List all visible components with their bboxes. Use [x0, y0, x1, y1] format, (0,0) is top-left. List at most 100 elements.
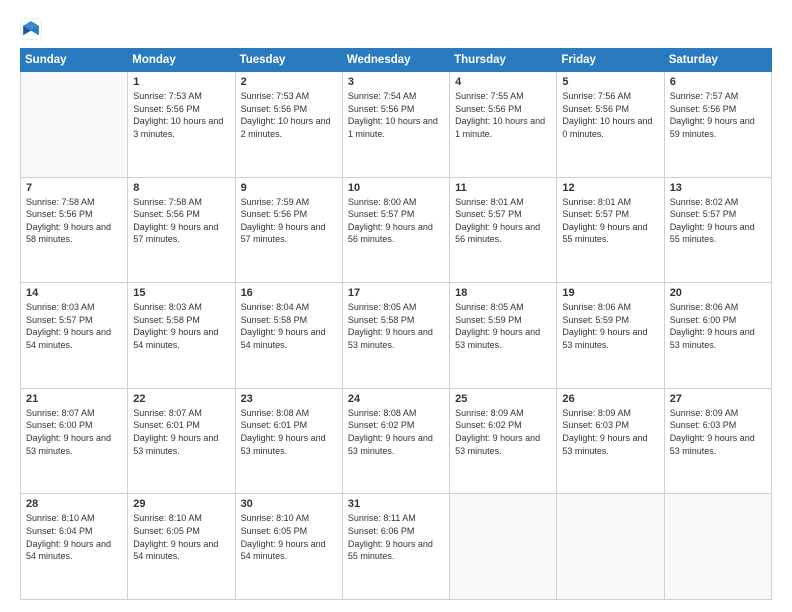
daylight-label: Daylight: 9 hours and 53 minutes.	[455, 327, 540, 350]
sunset-label: Sunset: 6:03 PM	[670, 420, 737, 430]
sunset-label: Sunset: 6:05 PM	[241, 526, 308, 536]
sunset-label: Sunset: 5:56 PM	[133, 104, 200, 114]
sunrise-label: Sunrise: 8:08 AM	[348, 408, 417, 418]
sunset-label: Sunset: 5:59 PM	[455, 315, 522, 325]
calendar-week-row: 21 Sunrise: 8:07 AM Sunset: 6:00 PM Dayl…	[21, 388, 772, 494]
day-info: Sunrise: 8:03 AM Sunset: 5:57 PM Dayligh…	[26, 301, 122, 351]
daylight-label: Daylight: 10 hours and 0 minutes.	[562, 116, 652, 139]
sunrise-label: Sunrise: 7:58 AM	[133, 197, 202, 207]
day-info: Sunrise: 7:57 AM Sunset: 5:56 PM Dayligh…	[670, 90, 766, 140]
day-info: Sunrise: 7:55 AM Sunset: 5:56 PM Dayligh…	[455, 90, 551, 140]
sunrise-label: Sunrise: 7:59 AM	[241, 197, 310, 207]
day-number: 25	[455, 393, 551, 405]
calendar-cell: 17 Sunrise: 8:05 AM Sunset: 5:58 PM Dayl…	[342, 283, 449, 389]
calendar-header-tuesday: Tuesday	[235, 49, 342, 72]
sunrise-label: Sunrise: 7:53 AM	[133, 91, 202, 101]
sunrise-label: Sunrise: 8:10 AM	[26, 513, 95, 523]
day-number: 18	[455, 287, 551, 299]
day-info: Sunrise: 7:53 AM Sunset: 5:56 PM Dayligh…	[133, 90, 229, 140]
calendar-header-thursday: Thursday	[450, 49, 557, 72]
sunset-label: Sunset: 5:57 PM	[562, 209, 629, 219]
sunset-label: Sunset: 5:56 PM	[241, 104, 308, 114]
calendar-cell: 19 Sunrise: 8:06 AM Sunset: 5:59 PM Dayl…	[557, 283, 664, 389]
day-number: 9	[241, 182, 337, 194]
day-info: Sunrise: 8:04 AM Sunset: 5:58 PM Dayligh…	[241, 301, 337, 351]
calendar-cell: 20 Sunrise: 8:06 AM Sunset: 6:00 PM Dayl…	[664, 283, 771, 389]
day-info: Sunrise: 8:10 AM Sunset: 6:05 PM Dayligh…	[241, 512, 337, 562]
sunrise-label: Sunrise: 8:03 AM	[26, 302, 95, 312]
calendar-cell: 12 Sunrise: 8:01 AM Sunset: 5:57 PM Dayl…	[557, 177, 664, 283]
day-number: 1	[133, 76, 229, 88]
daylight-label: Daylight: 9 hours and 53 minutes.	[562, 327, 647, 350]
logo-icon	[20, 18, 42, 40]
calendar-cell: 23 Sunrise: 8:08 AM Sunset: 6:01 PM Dayl…	[235, 388, 342, 494]
daylight-label: Daylight: 9 hours and 53 minutes.	[348, 433, 433, 456]
sunrise-label: Sunrise: 8:09 AM	[670, 408, 739, 418]
calendar-cell: 18 Sunrise: 8:05 AM Sunset: 5:59 PM Dayl…	[450, 283, 557, 389]
daylight-label: Daylight: 10 hours and 3 minutes.	[133, 116, 223, 139]
day-number: 6	[670, 76, 766, 88]
day-number: 21	[26, 393, 122, 405]
calendar-cell	[450, 494, 557, 600]
sunset-label: Sunset: 6:06 PM	[348, 526, 415, 536]
day-number: 15	[133, 287, 229, 299]
calendar-cell: 27 Sunrise: 8:09 AM Sunset: 6:03 PM Dayl…	[664, 388, 771, 494]
daylight-label: Daylight: 9 hours and 56 minutes.	[455, 222, 540, 245]
sunset-label: Sunset: 5:57 PM	[670, 209, 737, 219]
day-number: 24	[348, 393, 444, 405]
calendar-header-row: SundayMondayTuesdayWednesdayThursdayFrid…	[21, 49, 772, 72]
daylight-label: Daylight: 9 hours and 56 minutes.	[348, 222, 433, 245]
sunset-label: Sunset: 6:01 PM	[241, 420, 308, 430]
sunset-label: Sunset: 6:00 PM	[26, 420, 93, 430]
calendar-cell: 6 Sunrise: 7:57 AM Sunset: 5:56 PM Dayli…	[664, 72, 771, 178]
daylight-label: Daylight: 9 hours and 54 minutes.	[133, 327, 218, 350]
day-info: Sunrise: 8:05 AM Sunset: 5:58 PM Dayligh…	[348, 301, 444, 351]
sunrise-label: Sunrise: 8:03 AM	[133, 302, 202, 312]
daylight-label: Daylight: 9 hours and 53 minutes.	[562, 433, 647, 456]
calendar-cell: 2 Sunrise: 7:53 AM Sunset: 5:56 PM Dayli…	[235, 72, 342, 178]
daylight-label: Daylight: 9 hours and 55 minutes.	[348, 539, 433, 562]
sunrise-label: Sunrise: 8:02 AM	[670, 197, 739, 207]
daylight-label: Daylight: 9 hours and 53 minutes.	[670, 433, 755, 456]
day-info: Sunrise: 8:09 AM Sunset: 6:03 PM Dayligh…	[670, 407, 766, 457]
day-number: 10	[348, 182, 444, 194]
sunset-label: Sunset: 6:01 PM	[133, 420, 200, 430]
day-info: Sunrise: 8:01 AM Sunset: 5:57 PM Dayligh…	[455, 196, 551, 246]
calendar-cell: 24 Sunrise: 8:08 AM Sunset: 6:02 PM Dayl…	[342, 388, 449, 494]
calendar-header-friday: Friday	[557, 49, 664, 72]
day-number: 22	[133, 393, 229, 405]
calendar-cell: 4 Sunrise: 7:55 AM Sunset: 5:56 PM Dayli…	[450, 72, 557, 178]
calendar-cell: 9 Sunrise: 7:59 AM Sunset: 5:56 PM Dayli…	[235, 177, 342, 283]
sunset-label: Sunset: 5:56 PM	[26, 209, 93, 219]
calendar-week-row: 28 Sunrise: 8:10 AM Sunset: 6:04 PM Dayl…	[21, 494, 772, 600]
day-number: 27	[670, 393, 766, 405]
calendar-cell: 13 Sunrise: 8:02 AM Sunset: 5:57 PM Dayl…	[664, 177, 771, 283]
sunset-label: Sunset: 6:02 PM	[348, 420, 415, 430]
sunrise-label: Sunrise: 7:55 AM	[455, 91, 524, 101]
daylight-label: Daylight: 9 hours and 55 minutes.	[562, 222, 647, 245]
daylight-label: Daylight: 9 hours and 58 minutes.	[26, 222, 111, 245]
sunrise-label: Sunrise: 8:10 AM	[241, 513, 310, 523]
day-info: Sunrise: 8:05 AM Sunset: 5:59 PM Dayligh…	[455, 301, 551, 351]
day-number: 31	[348, 498, 444, 510]
sunset-label: Sunset: 6:00 PM	[670, 315, 737, 325]
day-number: 19	[562, 287, 658, 299]
calendar-cell: 30 Sunrise: 8:10 AM Sunset: 6:05 PM Dayl…	[235, 494, 342, 600]
sunrise-label: Sunrise: 8:09 AM	[562, 408, 631, 418]
day-number: 4	[455, 76, 551, 88]
sunrise-label: Sunrise: 8:06 AM	[562, 302, 631, 312]
sunset-label: Sunset: 5:56 PM	[348, 104, 415, 114]
sunset-label: Sunset: 5:57 PM	[26, 315, 93, 325]
sunset-label: Sunset: 5:56 PM	[562, 104, 629, 114]
day-info: Sunrise: 8:09 AM Sunset: 6:03 PM Dayligh…	[562, 407, 658, 457]
calendar-cell: 25 Sunrise: 8:09 AM Sunset: 6:02 PM Dayl…	[450, 388, 557, 494]
daylight-label: Daylight: 9 hours and 54 minutes.	[241, 539, 326, 562]
day-number: 30	[241, 498, 337, 510]
daylight-label: Daylight: 9 hours and 54 minutes.	[241, 327, 326, 350]
calendar-week-row: 1 Sunrise: 7:53 AM Sunset: 5:56 PM Dayli…	[21, 72, 772, 178]
sunrise-label: Sunrise: 8:00 AM	[348, 197, 417, 207]
calendar-cell: 28 Sunrise: 8:10 AM Sunset: 6:04 PM Dayl…	[21, 494, 128, 600]
daylight-label: Daylight: 9 hours and 53 minutes.	[26, 433, 111, 456]
daylight-label: Daylight: 9 hours and 54 minutes.	[133, 539, 218, 562]
day-info: Sunrise: 8:08 AM Sunset: 6:02 PM Dayligh…	[348, 407, 444, 457]
